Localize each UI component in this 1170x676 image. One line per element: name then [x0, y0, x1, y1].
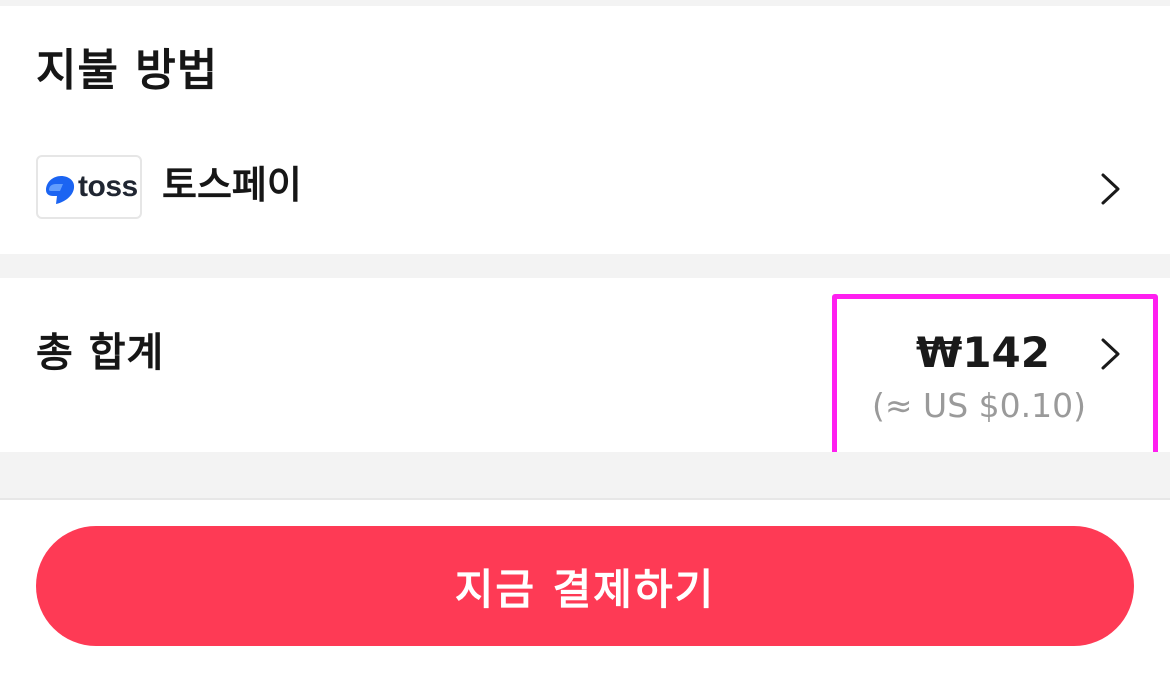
total-section: 총 합계 ₩142 (≈ US $0.10) [0, 278, 1170, 484]
toss-logo-text: toss [78, 170, 138, 203]
pay-now-button[interactable]: 지금 결제하기 [36, 526, 1134, 646]
footer-divider [0, 498, 1170, 500]
toss-icon [46, 176, 75, 204]
chevron-right-icon[interactable] [1096, 334, 1126, 374]
toss-logo: toss [36, 155, 142, 219]
chevron-right-icon [1101, 173, 1120, 205]
checkout-page: 지불 방법 toss 토스페이 총 합계 ₩142 (≈ US $0.10) 지… [0, 0, 1170, 676]
section-gap [0, 254, 1170, 278]
total-label: 총 합계 [36, 330, 165, 376]
payment-method-section: 지불 방법 toss 토스페이 [0, 6, 1170, 254]
bottom-gap [0, 452, 1170, 498]
payment-method-title: 지불 방법 [36, 45, 219, 96]
total-amount: ₩142 [916, 328, 1050, 377]
payment-method-row-tosspay[interactable]: toss 토스페이 [0, 152, 1170, 224]
payment-method-label: 토스페이 [162, 163, 302, 207]
total-usd-equivalent: (≈ US $0.10) [872, 386, 1086, 425]
